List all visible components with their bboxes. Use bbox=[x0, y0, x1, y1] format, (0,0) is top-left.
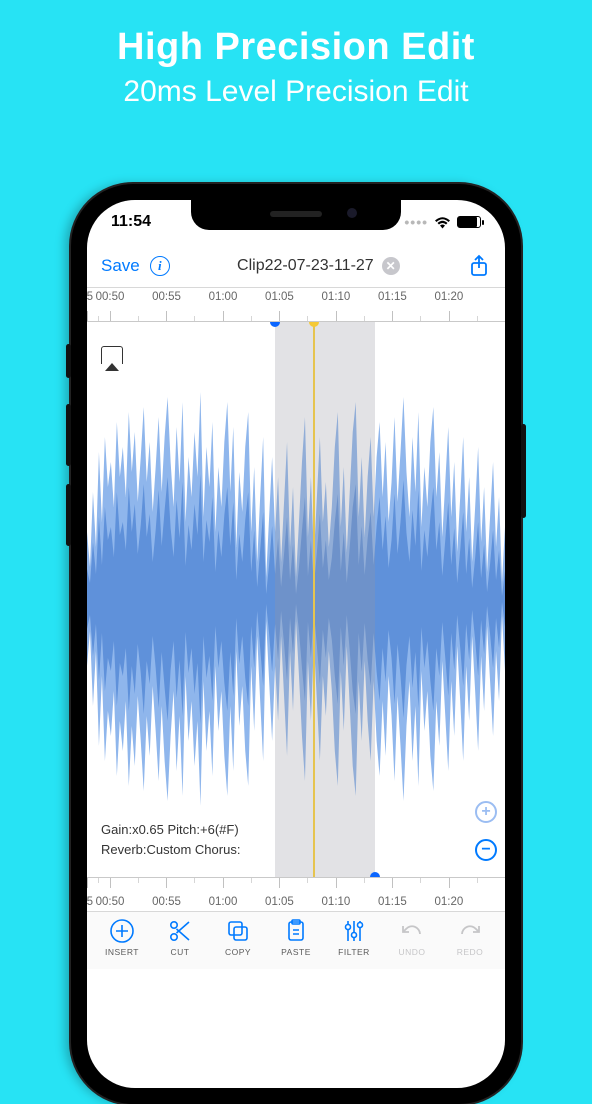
paste-icon bbox=[283, 918, 309, 944]
airplay-icon[interactable] bbox=[101, 346, 123, 364]
toolbar: INSERT CUT COPY PASTE FILTER UNDO bbox=[87, 911, 505, 969]
info-icon[interactable]: i bbox=[150, 256, 170, 276]
clear-title-icon[interactable]: ✕ bbox=[382, 257, 400, 275]
timeline-ruler-bottom[interactable]: :45 00:50 00:55 01:00 01:05 01:10 01:15 … bbox=[87, 877, 505, 911]
cellular-icon: •••• bbox=[404, 214, 428, 230]
promo-subtitle: 20ms Level Precision Edit bbox=[0, 75, 592, 109]
wifi-icon bbox=[434, 216, 451, 229]
scissors-icon bbox=[167, 918, 193, 944]
insert-button[interactable]: INSERT bbox=[93, 918, 151, 969]
zoom-in-button[interactable]: + bbox=[475, 801, 497, 823]
selection-range[interactable] bbox=[275, 322, 375, 877]
promo-title: High Precision Edit bbox=[0, 26, 592, 69]
plus-circle-icon bbox=[109, 918, 135, 944]
paste-button[interactable]: PASTE bbox=[267, 918, 325, 969]
header-bar: Save i Clip22-07-23-11-27 ✕ bbox=[87, 244, 505, 288]
redo-button[interactable]: REDO bbox=[441, 918, 499, 969]
timeline-ruler-top[interactable]: :45 00:50 00:55 01:00 01:05 01:10 01:15 … bbox=[87, 288, 505, 322]
waveform-area[interactable]: Gain:x0.65 Pitch:+6(#F) Reverb:Custom Ch… bbox=[87, 322, 505, 877]
copy-button[interactable]: COPY bbox=[209, 918, 267, 969]
save-button[interactable]: Save bbox=[101, 256, 140, 276]
phone-frame: 11:54 •••• Save i Clip22-07-23-11-27 ✕ :… bbox=[71, 184, 521, 1104]
filter-button[interactable]: FILTER bbox=[325, 918, 383, 969]
undo-icon bbox=[399, 918, 425, 944]
undo-button[interactable]: UNDO bbox=[383, 918, 441, 969]
fx-readout: Gain:x0.65 Pitch:+6(#F) Reverb:Custom Ch… bbox=[101, 820, 240, 859]
sliders-icon bbox=[341, 918, 367, 944]
playhead[interactable] bbox=[313, 322, 315, 877]
zoom-out-button[interactable]: − bbox=[475, 839, 497, 861]
cut-button[interactable]: CUT bbox=[151, 918, 209, 969]
battery-icon bbox=[457, 216, 481, 228]
redo-icon bbox=[457, 918, 483, 944]
copy-icon bbox=[225, 918, 251, 944]
clip-title[interactable]: Clip22-07-23-11-27 bbox=[237, 257, 374, 275]
phone-notch bbox=[191, 200, 401, 230]
status-time: 11:54 bbox=[111, 213, 151, 231]
share-icon[interactable] bbox=[467, 254, 491, 278]
